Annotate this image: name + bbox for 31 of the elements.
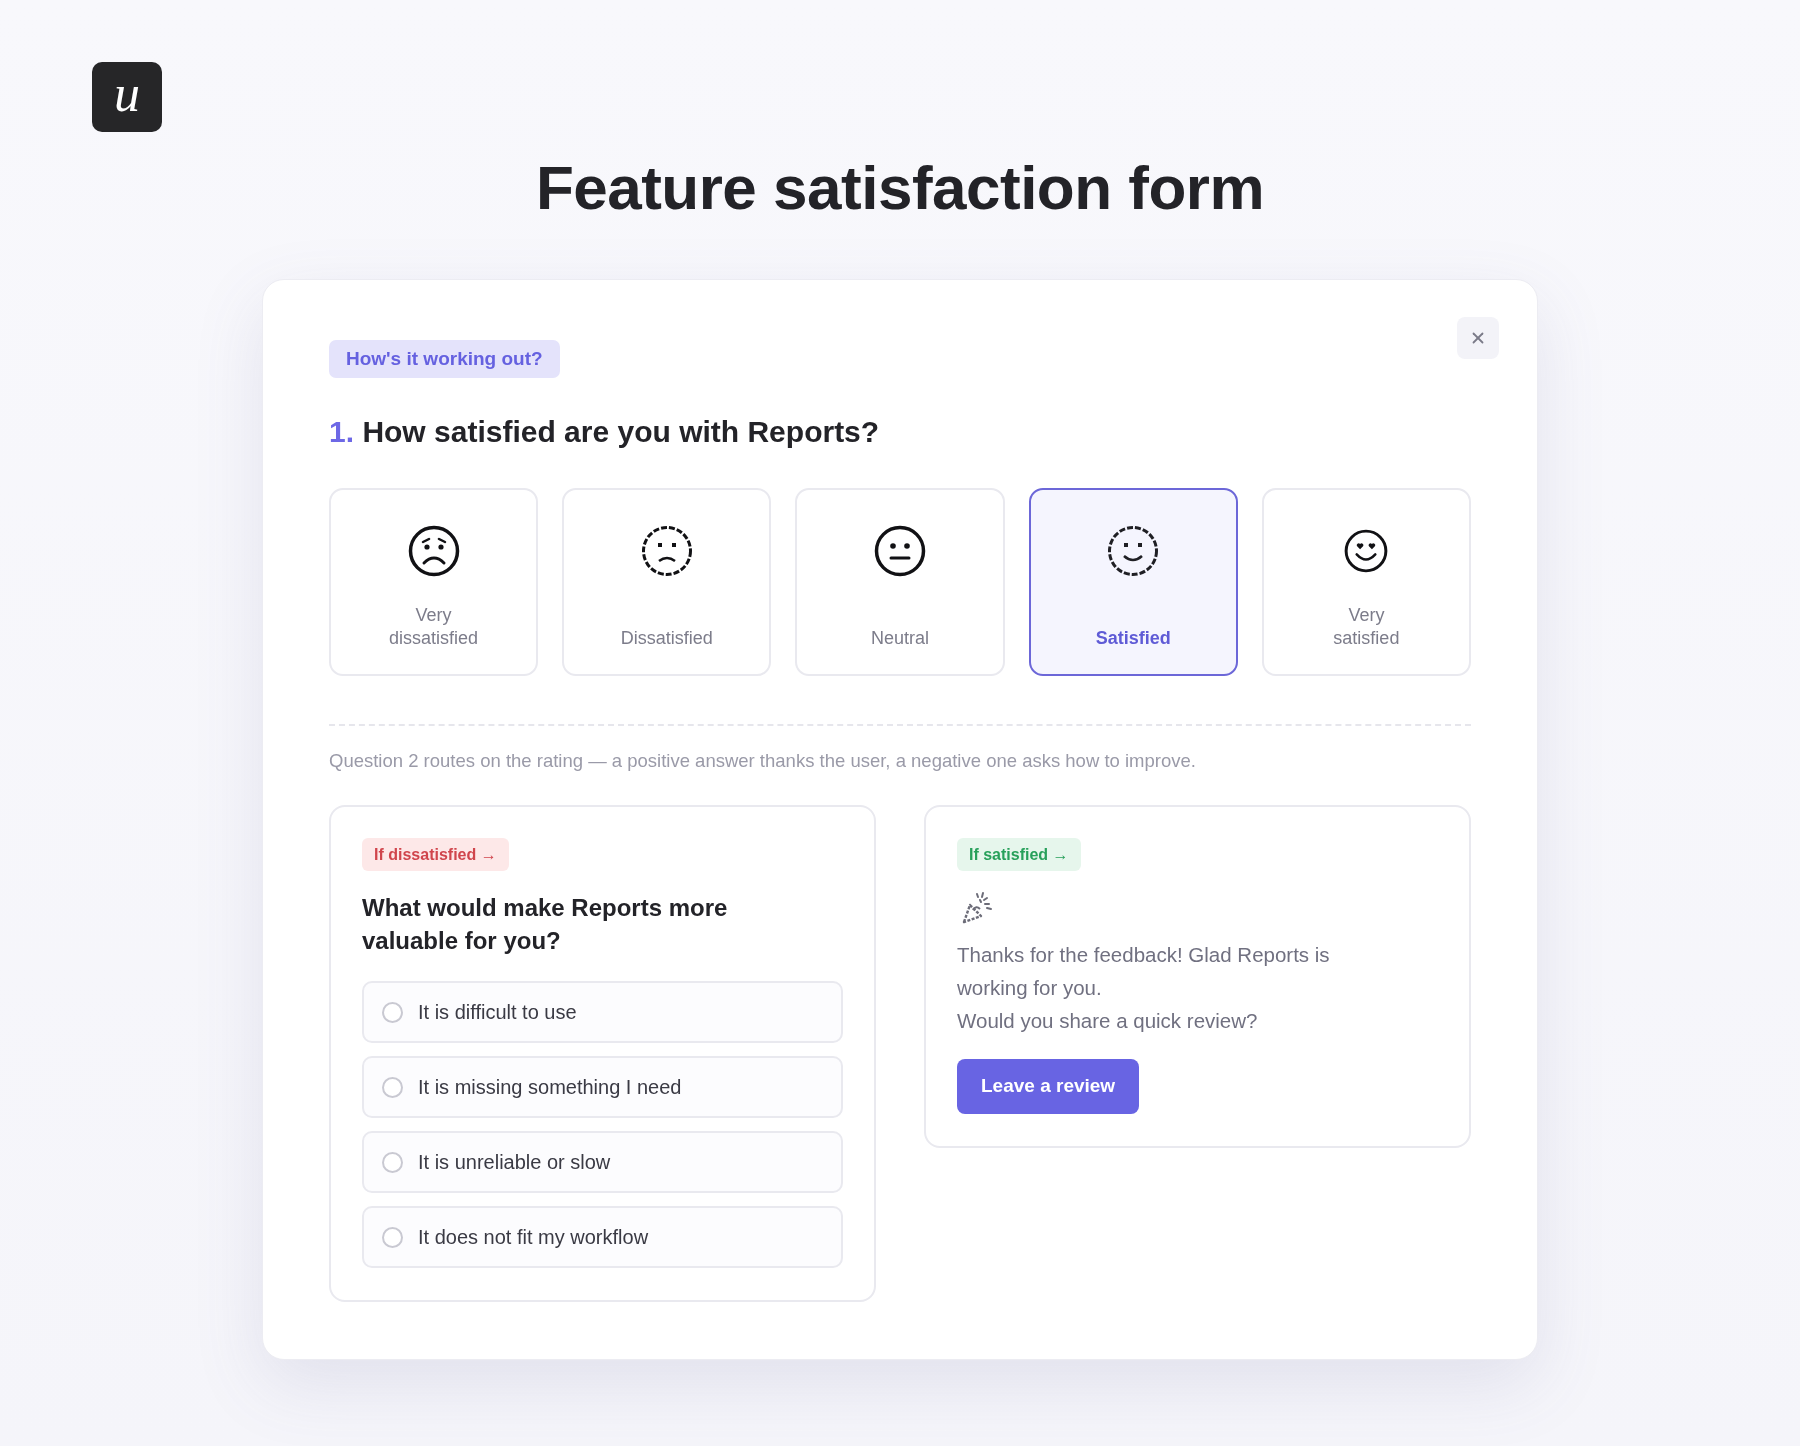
radio-button[interactable] [382, 1151, 403, 1173]
radio-button[interactable] [382, 1001, 403, 1023]
thank-you-message: Thanks for the feedback! Glad Reports is working for you. [957, 942, 1331, 1001]
routing-note: Question 2 routes on the rating — a positive answer thanks the user, a negative one asks how to improve. [329, 749, 1197, 773]
neutral-face-icon [874, 525, 926, 577]
rating-option[interactable]: Very dissatisfied [329, 488, 539, 676]
answer-option[interactable]: It is unreliable or slow [362, 1131, 843, 1193]
review-prompt: Would you share a quick review? [957, 1008, 1259, 1034]
rating-option[interactable]: Neutral [795, 488, 1005, 676]
rating-option[interactable]: Satisfied [1028, 488, 1238, 676]
answer-option[interactable]: It is missing something I need [362, 1056, 843, 1118]
logo: u [92, 62, 162, 132]
page-title: Feature satisfaction form [535, 152, 1265, 224]
rating-option[interactable]: Very satisfied [1261, 488, 1471, 676]
heart-eyes-face-icon [1344, 529, 1389, 573]
rating-option[interactable]: Dissatisfied [562, 488, 772, 676]
close-button[interactable] [1457, 317, 1499, 359]
question-heading: 1. How satisfied are you with Reports? [329, 414, 881, 450]
party-popper-icon [961, 891, 995, 925]
follow-up-question: What would make Reports more valuable for you? [362, 893, 729, 956]
frowning-face-icon [640, 525, 693, 577]
leave-review-button[interactable]: Leave a review [957, 1059, 1140, 1114]
radio-button[interactable] [382, 1076, 403, 1098]
worried-face-icon [407, 525, 460, 577]
satisfied-badge: If satisfied → [957, 838, 1081, 871]
answer-option[interactable]: It does not fit my workflow [362, 1206, 843, 1268]
radio-button[interactable] [382, 1226, 403, 1248]
answer-option[interactable]: It is difficult to use [362, 981, 843, 1043]
dissatisfied-badge: If dissatisfied → [362, 838, 509, 871]
section-badge: How's it working out? [329, 340, 560, 378]
smiling-face-icon [1107, 525, 1160, 577]
